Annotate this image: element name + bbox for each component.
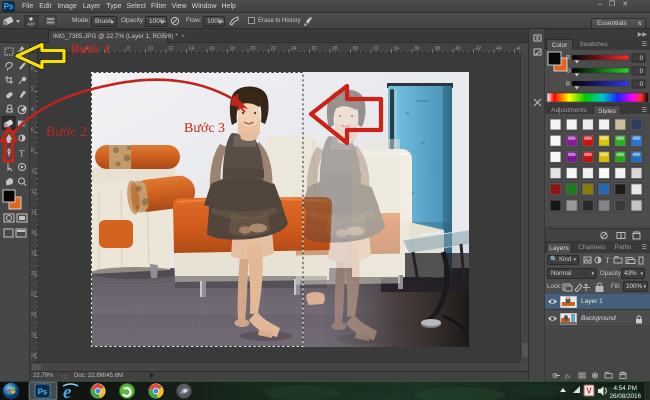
svg-text:8: 8 <box>31 148 34 154</box>
svg-text:28: 28 <box>31 353 37 359</box>
svg-text:22: 22 <box>31 292 37 298</box>
svg-text:20: 20 <box>31 271 37 277</box>
svg-text:Ps: Ps <box>38 388 48 397</box>
svg-text:G: G <box>566 69 571 75</box>
svg-text:T: T <box>19 149 25 159</box>
svg-text:0: 0 <box>31 66 34 72</box>
svg-text:2: 2 <box>31 87 34 93</box>
svg-text:R: R <box>566 56 571 62</box>
svg-text:4:54 PM: 4:54 PM <box>614 385 637 392</box>
svg-text:T: T <box>605 256 610 265</box>
svg-text:12: 12 <box>31 189 37 195</box>
svg-text:14: 14 <box>31 210 37 216</box>
svg-text:24: 24 <box>31 312 37 318</box>
svg-text:26/08/2016: 26/08/2016 <box>609 393 641 400</box>
svg-text:6: 6 <box>31 128 34 134</box>
svg-text:10: 10 <box>31 169 37 175</box>
svg-text:26: 26 <box>31 333 37 339</box>
svg-text:V: V <box>586 387 592 396</box>
svg-text:18: 18 <box>31 251 37 257</box>
svg-text:16: 16 <box>31 230 37 236</box>
svg-text:6: 6 <box>107 46 110 52</box>
svg-text:fx.: fx. <box>565 373 572 380</box>
svg-text:8: 8 <box>127 46 130 52</box>
svg-text:4: 4 <box>31 107 34 113</box>
svg-text:4: 4 <box>86 46 89 52</box>
svg-text:B: B <box>566 82 570 88</box>
